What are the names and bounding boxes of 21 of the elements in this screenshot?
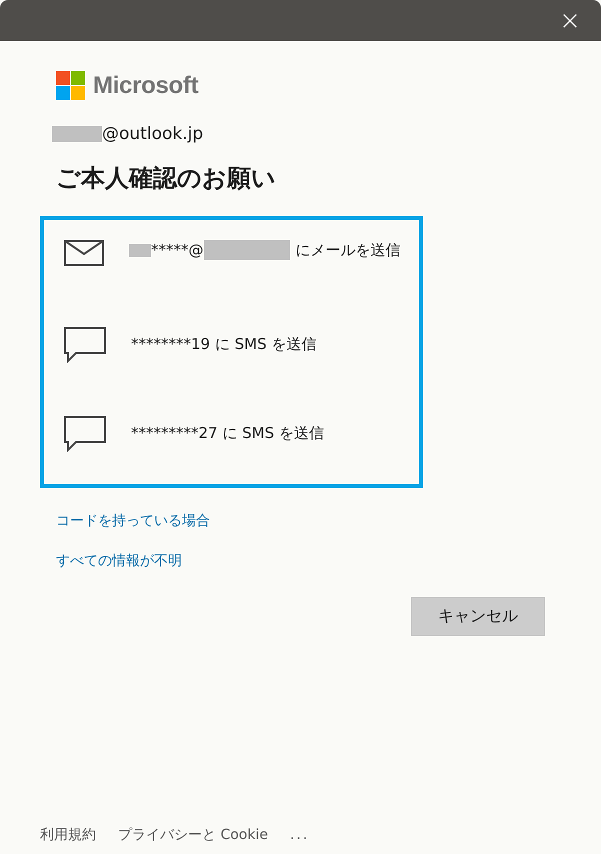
- more-button[interactable]: ...: [290, 827, 310, 843]
- option-label: *********27 に SMS を送信: [131, 424, 324, 443]
- page-heading: ご本人確認のお願い: [56, 163, 277, 194]
- four-squares-logo-icon: [56, 71, 85, 100]
- option-label: *****@: [151, 241, 204, 259]
- link[interactable]: すべての情報が不明: [56, 553, 182, 569]
- send-option[interactable]: ********19 に SMS を送信: [44, 300, 419, 389]
- close-button[interactable]: ×: [555, 6, 585, 36]
- option-label: にメールを送信: [296, 240, 400, 260]
- option-label: ********19 に SMS を送信: [131, 335, 316, 354]
- footer-link[interactable]: プライバシーと Cookie: [118, 826, 268, 844]
- speech-bubble-icon: [64, 326, 106, 362]
- send-option[interactable]: *********27 に SMS を送信: [44, 389, 419, 478]
- brand-name: Microsoft: [93, 72, 198, 100]
- cancel-button[interactable]: キャンセル: [411, 597, 545, 636]
- send-option[interactable]: *****@ にメールを送信: [44, 222, 419, 300]
- envelope-icon: [64, 240, 104, 266]
- speech-bubble-icon: [64, 416, 106, 452]
- footer-link[interactable]: 利用規約: [40, 826, 96, 844]
- link[interactable]: コードを持っている場合: [56, 513, 210, 529]
- account-email: @outlook.jp: [102, 124, 204, 144]
